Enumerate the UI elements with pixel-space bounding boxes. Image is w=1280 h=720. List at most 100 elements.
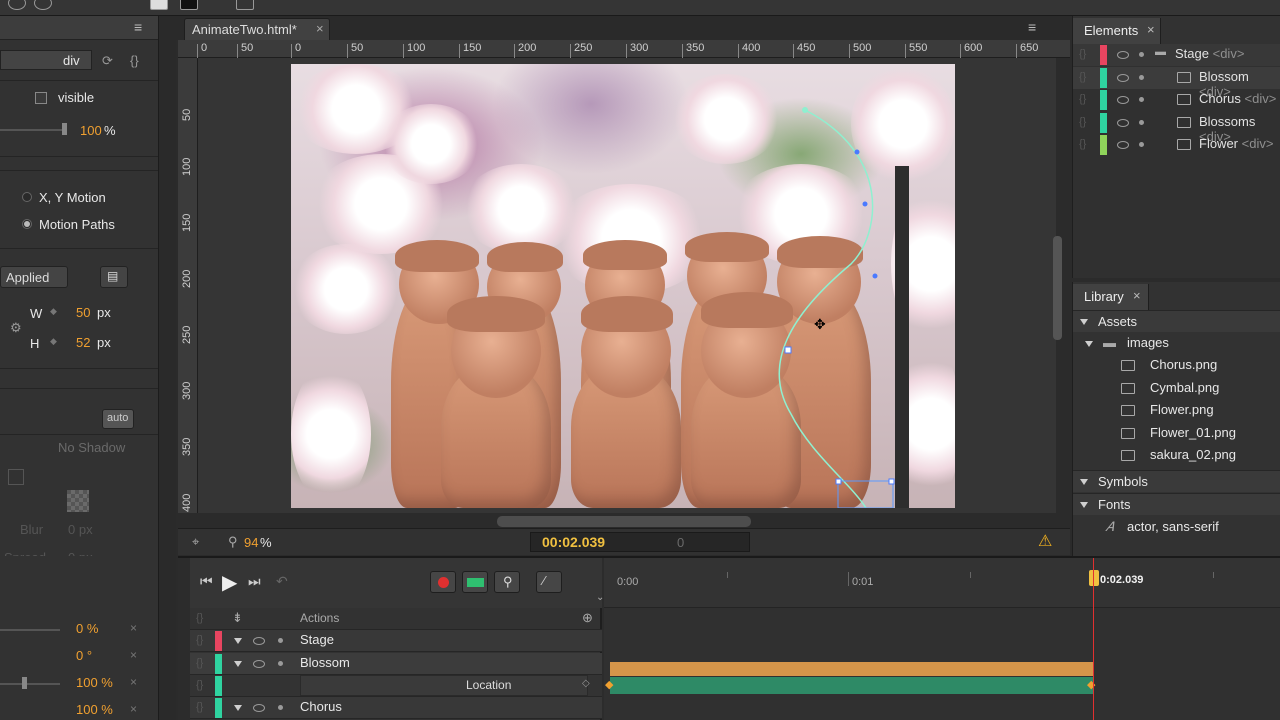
layout-tool-icon[interactable] xyxy=(236,0,254,10)
xy-motion-radio[interactable] xyxy=(22,192,32,202)
undo-icon[interactable]: ↶ xyxy=(276,573,288,590)
timeline-tracks[interactable]: 0:00 0:01 0:02.039 ◆ ◆ xyxy=(604,558,1280,720)
skew-value[interactable]: 0 % xyxy=(76,621,98,636)
library-image-item[interactable]: Flower.png xyxy=(1073,400,1280,422)
end-keyframe-icon[interactable]: ◆ xyxy=(1087,678,1095,691)
rounded-rect-tool-icon[interactable] xyxy=(34,0,52,10)
zoom-value[interactable]: 94 xyxy=(244,535,258,550)
images-folder[interactable]: ▬ images xyxy=(1073,333,1280,355)
lock-dot-icon[interactable] xyxy=(278,638,283,643)
code-icon[interactable]: {} xyxy=(130,53,139,68)
overflow-checkbox[interactable] xyxy=(35,92,47,104)
element-tag-select[interactable]: div xyxy=(0,50,92,70)
element-row-stage[interactable]: {} ▬ Stage <div> xyxy=(1073,44,1280,66)
canvas-vertical-scrollbar[interactable] xyxy=(1053,236,1062,340)
skew-slider[interactable] xyxy=(0,629,60,631)
blur-value[interactable]: 0 px xyxy=(68,522,93,537)
scale-x-handle[interactable] xyxy=(22,677,27,689)
lock-dot-icon[interactable] xyxy=(1139,142,1144,147)
width-keyframe-icon[interactable]: ◆ xyxy=(50,306,57,317)
lock-dot-icon[interactable] xyxy=(278,705,283,710)
visibility-eye-icon[interactable] xyxy=(1117,51,1129,59)
timeline-row-blossom[interactable]: {} Blossom xyxy=(190,653,602,675)
play-icon[interactable]: ▶ xyxy=(222,570,237,595)
pin-button[interactable]: ⚲ xyxy=(494,571,520,593)
font-item[interactable]: 𝐴 actor, sans-serif xyxy=(1073,517,1280,539)
visibility-eye-icon[interactable] xyxy=(1117,74,1129,82)
fill-color-swatch[interactable] xyxy=(150,0,168,10)
crosshair-icon[interactable]: ⌖ xyxy=(192,534,199,550)
visibility-eye-icon[interactable] xyxy=(253,704,265,712)
overflow-value[interactable]: visible xyxy=(58,90,94,105)
expand-triangle-icon[interactable] xyxy=(234,705,242,711)
timeline-ruler[interactable]: 0:00 0:01 0:02.039 xyxy=(604,558,1280,608)
visibility-eye-icon[interactable] xyxy=(253,660,265,668)
go-to-end-icon[interactable]: ⏭ xyxy=(248,573,261,590)
stroke-color-swatch[interactable] xyxy=(180,0,198,10)
applied-button[interactable]: Applied xyxy=(0,266,68,288)
reset-scale-y-icon[interactable]: × xyxy=(130,702,137,716)
library-image-item[interactable]: Cymbal.png xyxy=(1073,378,1280,400)
opacity-slider[interactable] xyxy=(0,129,65,131)
shadow-select[interactable]: No Shadow xyxy=(58,440,125,455)
canvas-horizontal-scrollbar[interactable] xyxy=(497,516,751,527)
lock-dot-icon[interactable] xyxy=(1139,97,1144,102)
opacity-value[interactable]: 100 xyxy=(80,123,102,138)
stage-menu-icon[interactable]: ≡ xyxy=(1028,19,1036,35)
symbols-section-header[interactable]: Symbols xyxy=(1073,470,1280,492)
blossom-track-bar[interactable] xyxy=(610,662,1093,676)
height-value[interactable]: 52 xyxy=(76,335,90,350)
visibility-eye-icon[interactable] xyxy=(1117,141,1129,149)
go-to-start-icon[interactable]: ⏮ xyxy=(200,573,213,590)
element-row-chorus[interactable]: {} Chorus <div> xyxy=(1073,89,1280,111)
link-dimensions-icon[interactable]: ⚙ xyxy=(10,320,22,336)
transform-scrollbar[interactable] xyxy=(158,556,176,720)
timeline-row-stage[interactable]: {} Stage xyxy=(190,630,602,652)
lock-dot-icon[interactable] xyxy=(1139,120,1144,125)
properties-scrollbar[interactable] xyxy=(158,16,176,556)
motion-path[interactable]: ✥ xyxy=(291,64,955,508)
current-time-field[interactable]: 00:02.039 0 xyxy=(530,532,750,552)
expand-triangle-icon[interactable] xyxy=(234,661,242,667)
keyframe-diamond-icon[interactable]: ◇ xyxy=(582,678,590,689)
width-value[interactable]: 50 xyxy=(76,305,90,320)
close-tab-icon[interactable]: × xyxy=(316,21,324,36)
panel-menu-icon[interactable]: ≡ xyxy=(134,19,142,35)
lock-dot-icon[interactable] xyxy=(1139,75,1144,80)
assets-section-header[interactable]: Assets xyxy=(1073,310,1280,332)
auto-keyframe-button[interactable] xyxy=(430,571,456,593)
current-time-value[interactable]: 00:02.039 xyxy=(542,534,605,550)
library-tab[interactable]: Library × xyxy=(1073,284,1149,310)
auto-button[interactable]: auto xyxy=(102,409,134,429)
transform-origin-button[interactable]: ▤ xyxy=(100,266,128,288)
auto-transition-button[interactable] xyxy=(462,571,488,593)
timeline-row-location[interactable]: {} Location ◇ xyxy=(190,675,602,697)
timeline-row-chorus[interactable]: {} Chorus xyxy=(190,697,602,719)
visibility-eye-icon[interactable] xyxy=(253,637,265,645)
lock-dot-icon[interactable] xyxy=(278,661,283,666)
reset-scale-x-icon[interactable]: × xyxy=(130,675,137,689)
start-keyframe-icon[interactable]: ◆ xyxy=(605,678,613,691)
lock-dot-icon[interactable] xyxy=(1139,52,1144,57)
shadow-color-swatch[interactable] xyxy=(8,469,24,485)
reset-skew-icon[interactable]: × xyxy=(130,621,137,635)
scale-y-value[interactable]: 100 % xyxy=(76,702,113,717)
height-keyframe-icon[interactable]: ◆ xyxy=(50,336,57,347)
sort-icon[interactable]: ⇟ xyxy=(232,610,243,626)
reset-rotate-icon[interactable]: × xyxy=(130,648,137,662)
opacity-slider-handle[interactable] xyxy=(62,123,67,135)
element-row-flower[interactable]: {} Flower <div> xyxy=(1073,134,1280,156)
close-elements-icon[interactable]: × xyxy=(1147,22,1155,37)
library-image-item[interactable]: sakura_02.png xyxy=(1073,445,1280,467)
library-image-item[interactable]: Chorus.png xyxy=(1073,355,1280,377)
elements-tab[interactable]: Elements × xyxy=(1073,18,1161,44)
visibility-eye-icon[interactable] xyxy=(1117,96,1129,104)
visibility-eye-icon[interactable] xyxy=(1117,119,1129,127)
expand-triangle-icon[interactable] xyxy=(234,638,242,644)
warning-icon[interactable]: ⚠ xyxy=(1038,531,1052,551)
fonts-section-header[interactable]: Fonts xyxy=(1073,493,1280,515)
add-action-icon[interactable]: ⊕ xyxy=(582,610,593,626)
ellipse-tool-icon[interactable] xyxy=(8,0,26,10)
location-transition-bar[interactable] xyxy=(610,677,1093,694)
shadow-color-preview[interactable] xyxy=(67,490,89,512)
